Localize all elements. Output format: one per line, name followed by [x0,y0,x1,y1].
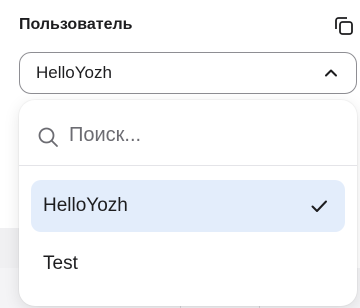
user-select[interactable]: HelloYozh [19,52,357,94]
field-label: Пользователь [19,16,133,33]
search-icon [38,127,58,147]
check-icon [311,200,327,212]
copy-icon [335,17,353,35]
copy-button[interactable] [332,14,356,38]
option-test[interactable]: Test [31,238,345,290]
search-input[interactable] [69,120,339,150]
page: Пользователь HelloYozh HelloYozh Tes [0,0,360,308]
chevron-up-icon [325,69,337,77]
search-row [19,100,357,166]
option-helloyozh[interactable]: HelloYozh [31,180,345,232]
dropdown-menu: HelloYozh Test [19,100,357,306]
select-value: HelloYozh [36,63,112,82]
option-label: Test [43,253,78,274]
option-label: HelloYozh [43,195,128,216]
